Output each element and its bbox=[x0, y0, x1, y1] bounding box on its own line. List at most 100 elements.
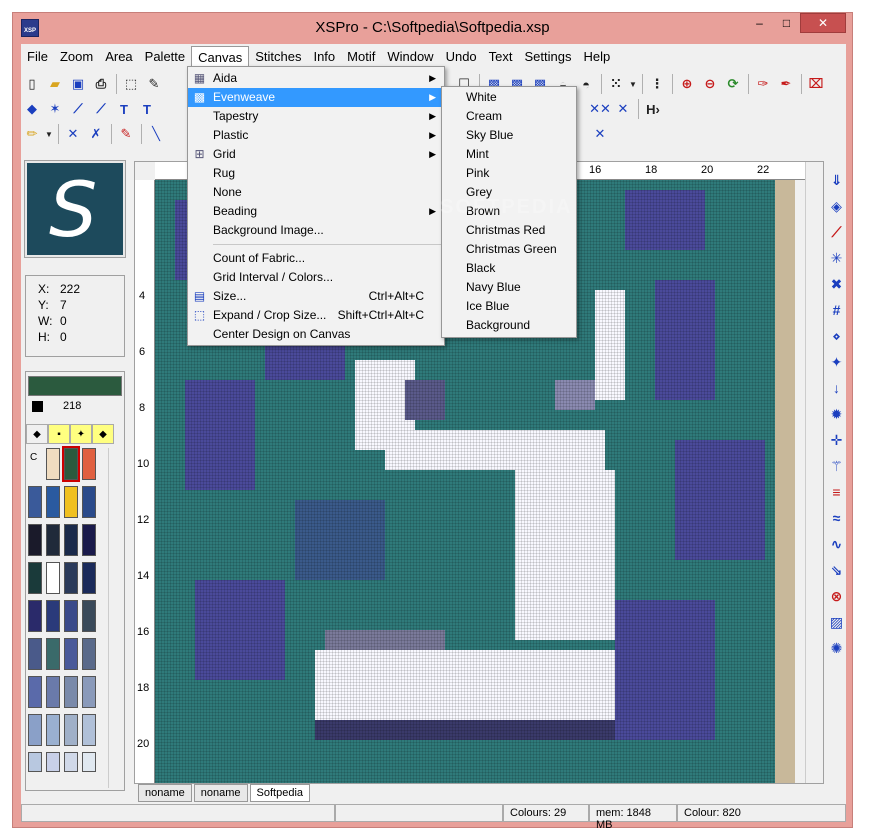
menu-settings[interactable]: Settings bbox=[519, 46, 578, 67]
menu-item-center-design[interactable]: Center Design on Canvas bbox=[188, 325, 444, 344]
palette-scrollbar[interactable] bbox=[108, 448, 122, 788]
stitch-tool-12-icon[interactable]: ⚚ bbox=[827, 454, 846, 478]
stitch-tool-19-icon[interactable]: ✺ bbox=[827, 636, 846, 660]
text-tool-2-icon[interactable]: T bbox=[136, 98, 158, 120]
cross-stitch-double-icon[interactable]: ✕✕ bbox=[589, 98, 611, 120]
menu-stitches[interactable]: Stitches bbox=[249, 46, 307, 67]
stitch-tool-9-icon[interactable]: ↓ bbox=[827, 376, 846, 400]
stitch-tool-17-icon[interactable]: ⊗ bbox=[827, 584, 846, 608]
tab-softpedia[interactable]: Softpedia bbox=[249, 784, 311, 802]
swatch[interactable] bbox=[82, 448, 96, 480]
swatch[interactable] bbox=[82, 524, 96, 556]
menu-file[interactable]: File bbox=[21, 46, 54, 67]
symbol-color-icon[interactable]: ◓ bbox=[575, 73, 597, 95]
save-icon[interactable]: ▣ bbox=[67, 73, 89, 95]
swatch[interactable] bbox=[28, 714, 42, 746]
cross-stitch-3-icon[interactable]: ✕ bbox=[589, 123, 611, 145]
swatch[interactable] bbox=[64, 524, 78, 556]
menu-motif[interactable]: Motif bbox=[341, 46, 381, 67]
swatch[interactable] bbox=[64, 600, 78, 632]
canvas-vertical-scrollbar[interactable] bbox=[805, 162, 823, 783]
current-color-swatch[interactable] bbox=[28, 376, 122, 396]
swatch[interactable] bbox=[64, 638, 78, 670]
stitch-tool-16-icon[interactable]: ⇘ bbox=[827, 558, 846, 582]
menu-item-grid-interval[interactable]: Grid Interval / Colors... bbox=[188, 268, 444, 287]
submenu-pink[interactable]: Pink bbox=[442, 164, 576, 183]
cross-pencil-icon[interactable]: ✗ bbox=[85, 123, 107, 145]
stitch-tool-13-icon[interactable]: ≡ bbox=[827, 480, 846, 504]
pencil-icon[interactable]: ✏ bbox=[21, 123, 43, 145]
cross-stitch-icon[interactable]: ✕ bbox=[612, 98, 634, 120]
minimize-button[interactable]: – bbox=[746, 13, 773, 33]
menu-item-beading[interactable]: Beading ▶ bbox=[188, 202, 444, 221]
edit-icon[interactable]: ✎ bbox=[143, 73, 165, 95]
submenu-ice-blue[interactable]: Ice Blue bbox=[442, 297, 576, 316]
ruler-icon[interactable]: ⋮ bbox=[646, 73, 668, 95]
swatch[interactable] bbox=[64, 676, 78, 708]
menu-area[interactable]: Area bbox=[99, 46, 138, 67]
stitch-tool-8-icon[interactable]: ✦ bbox=[827, 350, 846, 374]
stitch-tool-10-icon[interactable]: ✹ bbox=[827, 402, 846, 426]
menu-item-count-of-fabric[interactable]: Count of Fabric... bbox=[188, 249, 444, 268]
menu-item-plastic[interactable]: Plastic ▶ bbox=[188, 126, 444, 145]
swatch[interactable] bbox=[64, 562, 78, 594]
swatch[interactable] bbox=[64, 752, 78, 772]
stitch-tool-2-icon[interactable]: ◈ bbox=[827, 194, 846, 218]
menu-zoom[interactable]: Zoom bbox=[54, 46, 99, 67]
submenu-christmas-green[interactable]: Christmas Green bbox=[442, 240, 576, 259]
submenu-cream[interactable]: Cream bbox=[442, 107, 576, 126]
submenu-christmas-red[interactable]: Christmas Red bbox=[442, 221, 576, 240]
submenu-white[interactable]: White bbox=[442, 88, 576, 107]
close-button[interactable]: ✕ bbox=[800, 13, 846, 33]
swatch[interactable] bbox=[46, 638, 60, 670]
menu-item-evenweave[interactable]: ▩ Evenweave ▶ bbox=[188, 88, 444, 107]
stitch-tool-6-icon[interactable]: # bbox=[827, 298, 846, 322]
swatch-selected[interactable] bbox=[62, 446, 80, 482]
title-bar[interactable]: XSP XSPro - C:\Softpedia\Softpedia.xsp –… bbox=[13, 13, 852, 43]
swatch[interactable] bbox=[46, 714, 60, 746]
stitch-tool-14-icon[interactable]: ≈ bbox=[827, 506, 846, 530]
marker-black-icon[interactable]: ◆ bbox=[26, 424, 48, 444]
grid-dots-icon[interactable]: ⁙ bbox=[605, 73, 627, 95]
backstitch-pencil-icon[interactable]: ✎ bbox=[115, 123, 137, 145]
menu-item-grid[interactable]: ⊞ Grid ▶ bbox=[188, 145, 444, 164]
swatch[interactable] bbox=[82, 486, 96, 518]
menu-palette[interactable]: Palette bbox=[139, 46, 191, 67]
stitch-tool-1-icon[interactable]: ⇓ bbox=[827, 168, 846, 192]
swatch[interactable] bbox=[64, 486, 78, 518]
swatch[interactable] bbox=[28, 638, 42, 670]
swatch[interactable] bbox=[46, 448, 60, 480]
swatch[interactable] bbox=[28, 752, 42, 772]
dropdown-arrow-icon[interactable]: ▼ bbox=[628, 73, 638, 95]
menu-item-none[interactable]: None bbox=[188, 183, 444, 202]
menu-info[interactable]: Info bbox=[307, 46, 341, 67]
menu-window[interactable]: Window bbox=[381, 46, 439, 67]
swatch[interactable] bbox=[64, 714, 78, 746]
zoom-fit-icon[interactable]: ⟳ bbox=[722, 73, 744, 95]
swatch[interactable] bbox=[28, 562, 42, 594]
swatch[interactable] bbox=[82, 752, 96, 772]
pin-icon[interactable]: ✑ bbox=[752, 73, 774, 95]
menu-help[interactable]: Help bbox=[577, 46, 616, 67]
swatch[interactable] bbox=[82, 562, 96, 594]
maximize-button[interactable]: □ bbox=[773, 13, 800, 33]
swatch[interactable] bbox=[46, 752, 60, 772]
select-rect-icon[interactable]: ⬚ bbox=[120, 73, 142, 95]
menu-canvas[interactable]: Canvas bbox=[191, 46, 250, 67]
submenu-sky-blue[interactable]: Sky Blue bbox=[442, 126, 576, 145]
needle-icon[interactable]: ⟋ bbox=[67, 98, 89, 120]
stitch-tool-15-icon[interactable]: ∿ bbox=[827, 532, 846, 556]
tab-noname-1[interactable]: noname bbox=[138, 784, 192, 802]
open-folder-icon[interactable]: ▰ bbox=[44, 73, 66, 95]
delete-column-icon[interactable]: ⌧ bbox=[805, 73, 827, 95]
submenu-background[interactable]: Background bbox=[442, 316, 576, 335]
fill-bucket-icon[interactable]: ◆ bbox=[21, 98, 43, 120]
magic-wand-icon[interactable]: ✶ bbox=[44, 98, 66, 120]
swatch[interactable] bbox=[82, 638, 96, 670]
marker-yellow-diamond-icon[interactable]: ◆ bbox=[92, 424, 114, 444]
swatch[interactable] bbox=[28, 524, 42, 556]
swatch[interactable] bbox=[28, 486, 42, 518]
swatch[interactable] bbox=[28, 600, 42, 632]
full-cross-icon[interactable]: ✕ bbox=[62, 123, 84, 145]
menu-text[interactable]: Text bbox=[483, 46, 519, 67]
